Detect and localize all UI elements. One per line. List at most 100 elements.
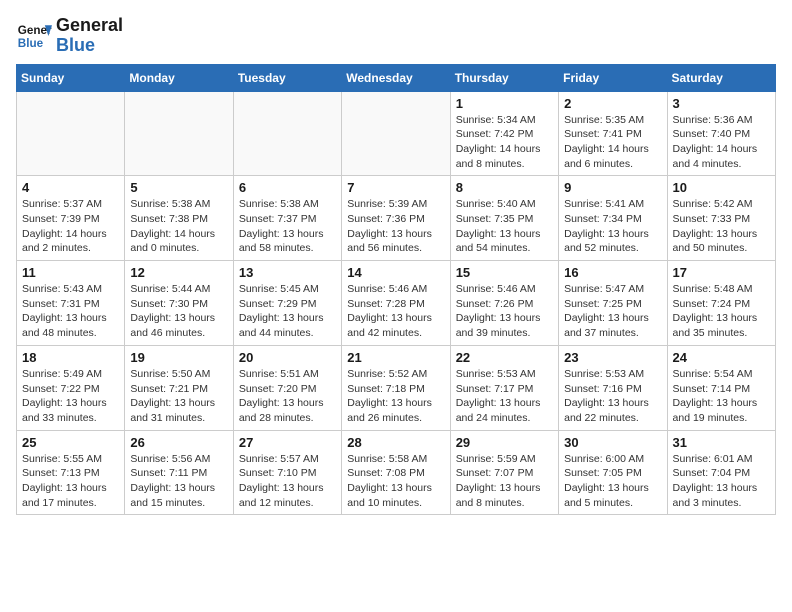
day-info: Sunrise: 5:34 AMSunset: 7:42 PMDaylight:… [456,113,553,172]
day-number: 8 [456,180,553,195]
page-header: General Blue General Blue [16,16,776,56]
week-row-4: 18 Sunrise: 5:49 AMSunset: 7:22 PMDayligh… [17,345,776,430]
logo: General Blue General Blue [16,16,123,56]
day-number: 17 [673,265,770,280]
day-number: 6 [239,180,336,195]
day-info: Sunrise: 5:47 AMSunset: 7:25 PMDaylight:… [564,282,661,341]
day-number: 15 [456,265,553,280]
day-cell: 2 Sunrise: 5:35 AMSunset: 7:41 PMDaylight… [559,91,667,176]
day-info: Sunrise: 5:45 AMSunset: 7:29 PMDaylight:… [239,282,336,341]
calendar-table: SundayMondayTuesdayWednesdayThursdayFrid… [16,64,776,516]
day-number: 2 [564,96,661,111]
week-row-2: 4 Sunrise: 5:37 AMSunset: 7:39 PMDaylight… [17,176,776,261]
day-cell: 11Sunrise: 5:43 AMSunset: 7:31 PMDayligh… [17,261,125,346]
day-cell: 23 Sunrise: 5:53 AMSunset: 7:16 PMDayligh… [559,345,667,430]
day-header-wednesday: Wednesday [342,64,450,91]
day-info: Sunrise: 6:00 AMSunset: 7:05 PMDaylight:… [564,452,661,511]
day-cell: 31 Sunrise: 6:01 AMSunset: 7:04 PMDayligh… [667,430,775,515]
day-info: Sunrise: 5:53 AMSunset: 7:16 PMDaylight:… [564,367,661,426]
day-cell: 26 Sunrise: 5:56 AMSunset: 7:11 PMDayligh… [125,430,233,515]
day-info: Sunrise: 5:54 AMSunset: 7:14 PMDaylight:… [673,367,770,426]
day-number: 7 [347,180,444,195]
day-cell: 21 Sunrise: 5:52 AMSunset: 7:18 PMDayligh… [342,345,450,430]
day-info: Sunrise: 5:38 AMSunset: 7:37 PMDaylight:… [239,197,336,256]
day-cell: 3 Sunrise: 5:36 AMSunset: 7:40 PMDaylight… [667,91,775,176]
day-cell: 13Sunrise: 5:45 AMSunset: 7:29 PMDayligh… [233,261,341,346]
day-number: 30 [564,435,661,450]
day-number: 25 [22,435,119,450]
day-cell: 25 Sunrise: 5:55 AMSunset: 7:13 PMDayligh… [17,430,125,515]
day-info: Sunrise: 5:49 AMSunset: 7:22 PMDaylight:… [22,367,119,426]
day-info: Sunrise: 5:46 AMSunset: 7:28 PMDaylight:… [347,282,444,341]
day-number: 23 [564,350,661,365]
day-info: Sunrise: 5:36 AMSunset: 7:40 PMDaylight:… [673,113,770,172]
day-cell: 20Sunrise: 5:51 AMSunset: 7:20 PMDayligh… [233,345,341,430]
day-cell: 5 Sunrise: 5:38 AMSunset: 7:38 PMDaylight… [125,176,233,261]
day-number: 16 [564,265,661,280]
day-cell [125,91,233,176]
day-info: Sunrise: 5:59 AMSunset: 7:07 PMDaylight:… [456,452,553,511]
day-cell: 10 Sunrise: 5:42 AMSunset: 7:33 PMDayligh… [667,176,775,261]
day-info: Sunrise: 5:42 AMSunset: 7:33 PMDaylight:… [673,197,770,256]
day-header-tuesday: Tuesday [233,64,341,91]
day-cell [342,91,450,176]
day-number: 26 [130,435,227,450]
day-number: 19 [130,350,227,365]
day-info: Sunrise: 5:55 AMSunset: 7:13 PMDaylight:… [22,452,119,511]
day-cell [17,91,125,176]
day-number: 20 [239,350,336,365]
day-number: 18 [22,350,119,365]
day-info: Sunrise: 5:48 AMSunset: 7:24 PMDaylight:… [673,282,770,341]
day-info: Sunrise: 5:56 AMSunset: 7:11 PMDaylight:… [130,452,227,511]
week-row-1: 1 Sunrise: 5:34 AMSunset: 7:42 PMDaylight… [17,91,776,176]
day-info: Sunrise: 5:52 AMSunset: 7:18 PMDaylight:… [347,367,444,426]
day-number: 3 [673,96,770,111]
day-cell: 16 Sunrise: 5:47 AMSunset: 7:25 PMDayligh… [559,261,667,346]
day-info: Sunrise: 5:38 AMSunset: 7:38 PMDaylight:… [130,197,227,256]
day-info: Sunrise: 5:50 AMSunset: 7:21 PMDaylight:… [130,367,227,426]
day-number: 28 [347,435,444,450]
day-cell: 17 Sunrise: 5:48 AMSunset: 7:24 PMDayligh… [667,261,775,346]
day-cell: 7 Sunrise: 5:39 AMSunset: 7:36 PMDaylight… [342,176,450,261]
day-number: 9 [564,180,661,195]
day-cell: 24Sunrise: 5:54 AMSunset: 7:14 PMDayligh… [667,345,775,430]
svg-text:Blue: Blue [18,37,44,50]
day-cell: 28Sunrise: 5:58 AMSunset: 7:08 PMDayligh… [342,430,450,515]
logo-icon: General Blue [16,18,52,54]
day-cell: 30 Sunrise: 6:00 AMSunset: 7:05 PMDayligh… [559,430,667,515]
day-number: 10 [673,180,770,195]
day-cell: 9 Sunrise: 5:41 AMSunset: 7:34 PMDaylight… [559,176,667,261]
day-cell: 12 Sunrise: 5:44 AMSunset: 7:30 PMDayligh… [125,261,233,346]
day-cell: 6 Sunrise: 5:38 AMSunset: 7:37 PMDaylight… [233,176,341,261]
day-number: 11 [22,265,119,280]
day-header-friday: Friday [559,64,667,91]
day-cell: 14 Sunrise: 5:46 AMSunset: 7:28 PMDayligh… [342,261,450,346]
day-info: Sunrise: 5:37 AMSunset: 7:39 PMDaylight:… [22,197,119,256]
day-header-sunday: Sunday [17,64,125,91]
day-number: 27 [239,435,336,450]
week-row-5: 25 Sunrise: 5:55 AMSunset: 7:13 PMDayligh… [17,430,776,515]
day-header-saturday: Saturday [667,64,775,91]
day-header-monday: Monday [125,64,233,91]
day-cell: 22Sunrise: 5:53 AMSunset: 7:17 PMDayligh… [450,345,558,430]
day-cell: 4 Sunrise: 5:37 AMSunset: 7:39 PMDaylight… [17,176,125,261]
day-number: 31 [673,435,770,450]
day-info: Sunrise: 5:35 AMSunset: 7:41 PMDaylight:… [564,113,661,172]
day-info: Sunrise: 5:39 AMSunset: 7:36 PMDaylight:… [347,197,444,256]
day-cell: 27 Sunrise: 5:57 AMSunset: 7:10 PMDayligh… [233,430,341,515]
day-number: 21 [347,350,444,365]
day-number: 14 [347,265,444,280]
day-info: Sunrise: 5:41 AMSunset: 7:34 PMDaylight:… [564,197,661,256]
day-info: Sunrise: 6:01 AMSunset: 7:04 PMDaylight:… [673,452,770,511]
day-number: 29 [456,435,553,450]
day-number: 5 [130,180,227,195]
day-number: 12 [130,265,227,280]
day-number: 1 [456,96,553,111]
day-info: Sunrise: 5:44 AMSunset: 7:30 PMDaylight:… [130,282,227,341]
day-info: Sunrise: 5:57 AMSunset: 7:10 PMDaylight:… [239,452,336,511]
day-number: 4 [22,180,119,195]
day-info: Sunrise: 5:40 AMSunset: 7:35 PMDaylight:… [456,197,553,256]
logo-text: General Blue [56,16,123,56]
week-row-3: 11Sunrise: 5:43 AMSunset: 7:31 PMDayligh… [17,261,776,346]
calendar-header-row: SundayMondayTuesdayWednesdayThursdayFrid… [17,64,776,91]
